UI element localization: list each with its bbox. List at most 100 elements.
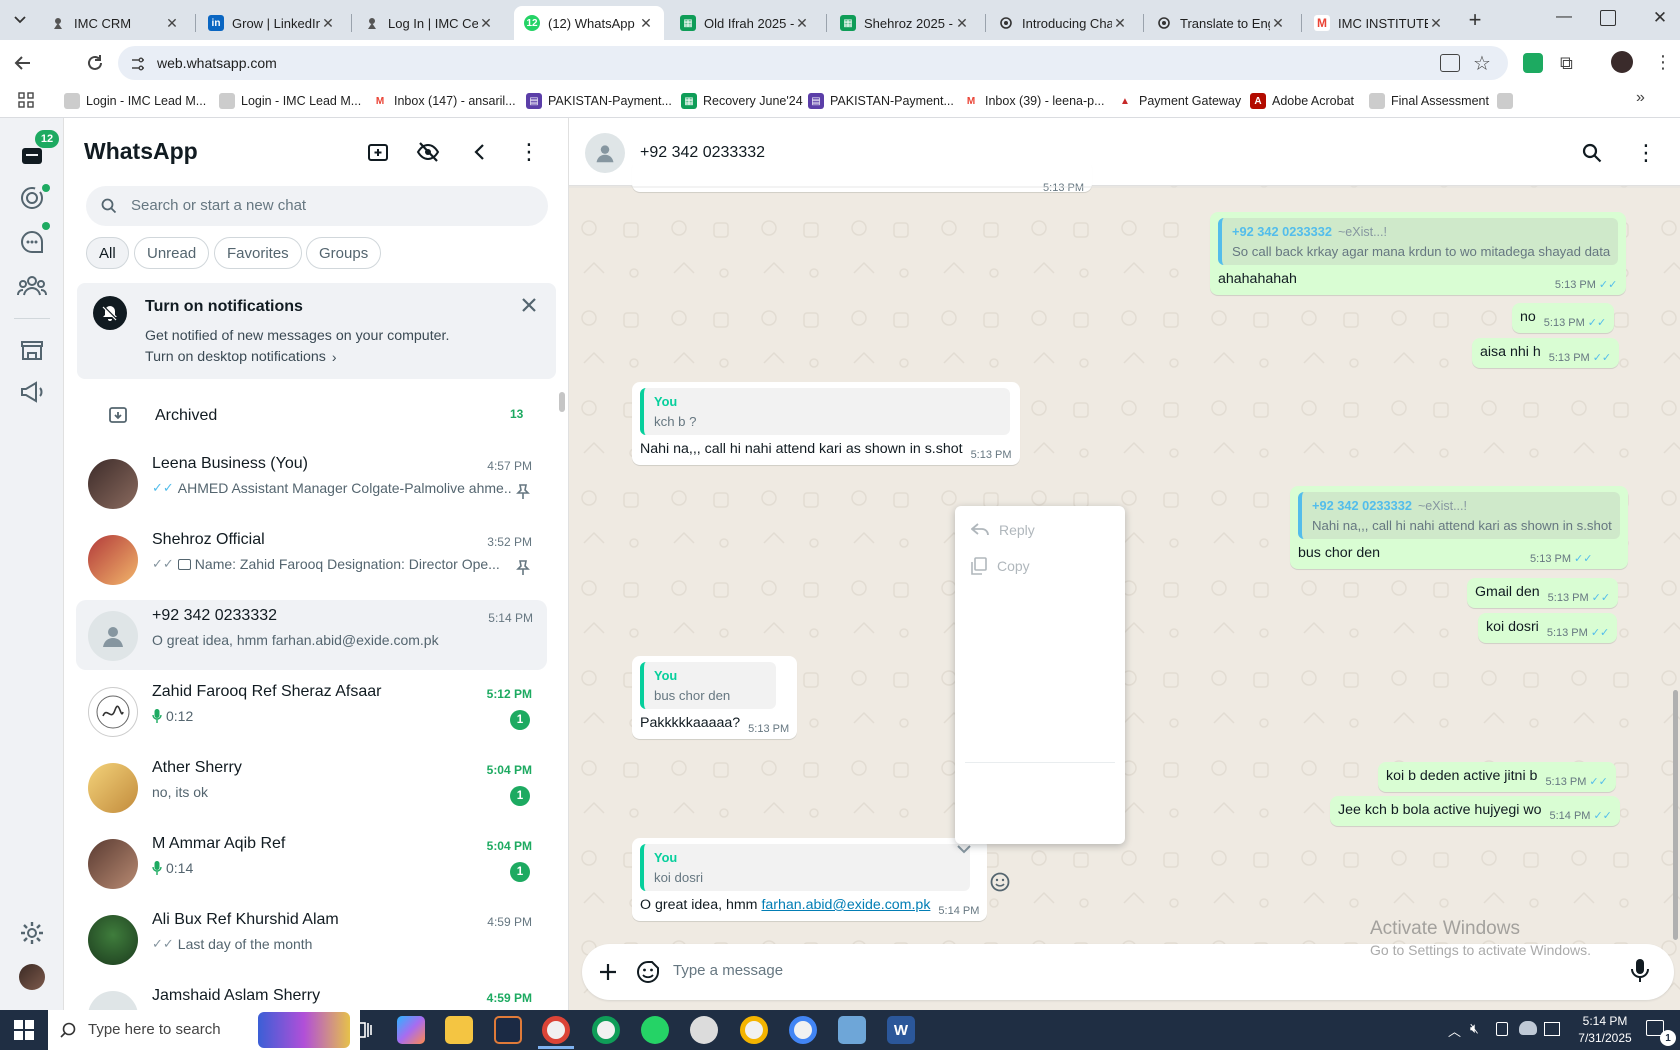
tab-search-button[interactable] xyxy=(8,8,32,32)
bookmark-item[interactable]: Final Assessment xyxy=(1369,91,1489,111)
system-clock[interactable]: 5:14 PM 7/31/2025 xyxy=(1570,1013,1640,1047)
voice-message-button[interactable] xyxy=(1630,958,1650,984)
sticker-button[interactable] xyxy=(635,959,661,985)
url-text[interactable]: web.whatsapp.com xyxy=(157,55,277,71)
bookmark-item[interactable]: M Inbox (39) - leena-p... xyxy=(963,91,1105,111)
close-tab-icon[interactable]: ✕ xyxy=(164,15,180,32)
browser-tab-translate[interactable]: Translate to Engl ✕ xyxy=(1146,6,1296,40)
app-icon[interactable] xyxy=(838,1016,866,1044)
message-bubble-outgoing[interactable]: koi b deden active jitni b 5:13 PM ✓✓ xyxy=(1378,762,1616,792)
quoted-message[interactable]: You kch b ? xyxy=(640,388,1010,435)
close-tab-icon[interactable]: ✕ xyxy=(954,15,970,32)
browser-tab-old-ifrah[interactable]: ▦ Old Ifrah 2025 - ✕ xyxy=(670,6,820,40)
close-tab-icon[interactable]: ✕ xyxy=(1428,15,1444,32)
close-window-button[interactable]: ✕ xyxy=(1648,8,1672,32)
bookmark-item[interactable]: A Adobe Acrobat xyxy=(1250,91,1354,111)
address-bar[interactable] xyxy=(118,46,1508,80)
chrome-icon[interactable] xyxy=(789,1016,817,1044)
new-chat-button[interactable] xyxy=(366,140,390,164)
filter-favorites[interactable]: Favorites xyxy=(214,237,302,269)
task-view-button[interactable] xyxy=(350,1018,374,1042)
enable-notifications-link[interactable]: Turn on desktop notifications › xyxy=(145,349,337,365)
message-bubble-outgoing[interactable]: Jee kch b bola active hujyegi wo 5:14 PM ✓… xyxy=(1330,796,1620,826)
close-tab-icon[interactable]: ✕ xyxy=(794,15,810,32)
react-button[interactable] xyxy=(989,871,1011,893)
quoted-message[interactable]: You koi dosri xyxy=(640,844,970,891)
bookmark-item[interactable]: ▦ Recovery June'24 xyxy=(681,91,803,111)
browser-tab-introducing[interactable]: Introducing Cha ✕ xyxy=(988,6,1138,40)
browser-tab-imc-crm[interactable]: IMC CRM ✕ xyxy=(40,6,190,40)
message-bubble-outgoing[interactable]: koi dosri 5:13 PM ✓✓ xyxy=(1478,613,1618,643)
network-icon[interactable] xyxy=(1544,1022,1560,1036)
chrome-icon[interactable] xyxy=(740,1016,768,1044)
attach-button[interactable] xyxy=(596,960,620,984)
browser-tab-imc-login[interactable]: Log In | IMC Cer ✕ xyxy=(354,6,504,40)
message-bubble-outgoing[interactable]: no 5:13 PM ✓✓ xyxy=(1512,303,1615,333)
menu-item-copy[interactable]: Copy xyxy=(971,557,1030,575)
privacy-hide-button[interactable] xyxy=(416,140,440,164)
message-menu-chevron[interactable] xyxy=(956,844,972,856)
extension-whatsapp-icon[interactable] xyxy=(1523,53,1543,73)
whatsapp-icon[interactable] xyxy=(641,1016,669,1044)
chat-row-selected[interactable]: +92 342 0233332 5:14 PM O great idea, hm… xyxy=(76,600,547,670)
collapse-button[interactable] xyxy=(470,142,490,162)
chat-menu-icon[interactable]: ⋮ xyxy=(1635,140,1657,166)
email-link[interactable]: farhan.abid@exide.com.pk xyxy=(761,897,930,913)
chat-row[interactable]: Shehroz Official 3:52 PM ✓✓ Name: Zahid F… xyxy=(76,524,546,594)
bookmark-item[interactable]: ▤ PAKISTAN-Payment... xyxy=(808,91,954,111)
reload-button[interactable] xyxy=(84,52,106,74)
filter-groups[interactable]: Groups xyxy=(306,237,382,269)
apps-grid-icon[interactable] xyxy=(18,92,34,108)
bookmark-item[interactable]: ▲ Payment Gateway xyxy=(1117,91,1241,111)
settings-nav-button[interactable] xyxy=(19,920,45,946)
chrome-icon[interactable] xyxy=(592,1016,620,1044)
search-in-chat-button[interactable] xyxy=(1582,143,1602,163)
communities-nav-button[interactable] xyxy=(17,272,47,300)
taskbar-search-input[interactable]: Type here to search xyxy=(88,1021,221,1038)
bookmark-item[interactable]: ▤ PAKISTAN-Payment... xyxy=(526,91,672,111)
chat-list-menu-icon[interactable]: ⋮ xyxy=(518,138,540,166)
bookmark-item[interactable] xyxy=(1497,91,1519,111)
close-tab-icon[interactable]: ✕ xyxy=(1112,15,1128,32)
message-input[interactable]: Type a message xyxy=(673,962,783,979)
chat-scrollbar[interactable] xyxy=(1673,690,1678,940)
chat-row[interactable]: Ali Bux Ref Khurshid Alam 4:59 PM ✓✓ Last… xyxy=(76,904,546,974)
speaker-muted-icon[interactable]: 🔇︎ xyxy=(1470,1020,1479,1037)
browser-tab-shehroz[interactable]: ▦ Shehroz 2025 - (✕ xyxy=(830,6,980,40)
chat-row[interactable]: M Ammar Aqib Ref 5:04 PM 0:14 1 xyxy=(76,828,546,898)
close-tab-icon[interactable]: ✕ xyxy=(320,15,336,32)
message-bubble-outgoing[interactable]: aisa nhi h 5:13 PM ✓✓ xyxy=(1472,338,1620,368)
bookmark-item[interactable]: M Inbox (147) - ansaril... xyxy=(372,91,516,111)
restore-window-button[interactable] xyxy=(1600,10,1616,26)
filter-all[interactable]: All xyxy=(86,237,129,269)
search-input[interactable]: Search or start a new chat xyxy=(131,197,306,214)
contact-avatar[interactable] xyxy=(585,133,625,173)
word-icon[interactable]: W xyxy=(887,1016,915,1044)
file-explorer-icon[interactable] xyxy=(445,1016,473,1044)
app-icon[interactable] xyxy=(494,1016,522,1044)
chat-row[interactable]: Leena Business (You) 4:57 PM ✓✓ AHMED Ass… xyxy=(76,448,546,518)
quoted-message[interactable]: +92 342 0233332 ~eXist...! So call back kr… xyxy=(1218,218,1619,265)
tray-chevron-up-icon[interactable]: ︿ xyxy=(1448,1021,1461,1040)
copilot-icon[interactable] xyxy=(397,1016,425,1044)
chat-row[interactable]: Zahid Farooq Ref Sheraz Afsaar 5:12 PM 0… xyxy=(76,676,546,746)
minimize-window-button[interactable]: — xyxy=(1552,8,1576,32)
browser-menu-icon[interactable]: ⋮ xyxy=(1654,50,1672,74)
weather-cloud-icon[interactable] xyxy=(1519,1021,1537,1035)
bookmark-star-icon[interactable]: ☆ xyxy=(1473,51,1491,76)
browser-tab-whatsapp[interactable]: 12 (12) WhatsApp B ✕ xyxy=(514,6,664,40)
app-icon[interactable] xyxy=(690,1016,718,1044)
bookmark-item[interactable]: Login - IMC Lead M... xyxy=(219,91,361,111)
message-bubble-outgoing[interactable]: +92 342 0233332 ~eXist...! So call back kr… xyxy=(1210,212,1627,295)
start-button[interactable] xyxy=(14,1020,34,1040)
message-bubble-outgoing[interactable]: Gmail den 5:13 PM ✓✓ xyxy=(1467,578,1619,608)
filter-unread[interactable]: Unread xyxy=(134,237,210,269)
channels-nav-button[interactable] xyxy=(18,228,46,256)
site-info-icon[interactable] xyxy=(130,56,146,72)
more-bookmarks-icon[interactable]: » xyxy=(1636,89,1645,107)
quoted-message[interactable]: You bus chor den xyxy=(640,662,776,709)
close-tab-icon[interactable]: ✕ xyxy=(638,15,654,32)
browser-tab-linkedin[interactable]: in Grow | LinkedIn ✕ xyxy=(198,6,346,40)
close-tab-icon[interactable]: ✕ xyxy=(478,15,494,32)
profile-avatar[interactable] xyxy=(19,964,45,990)
